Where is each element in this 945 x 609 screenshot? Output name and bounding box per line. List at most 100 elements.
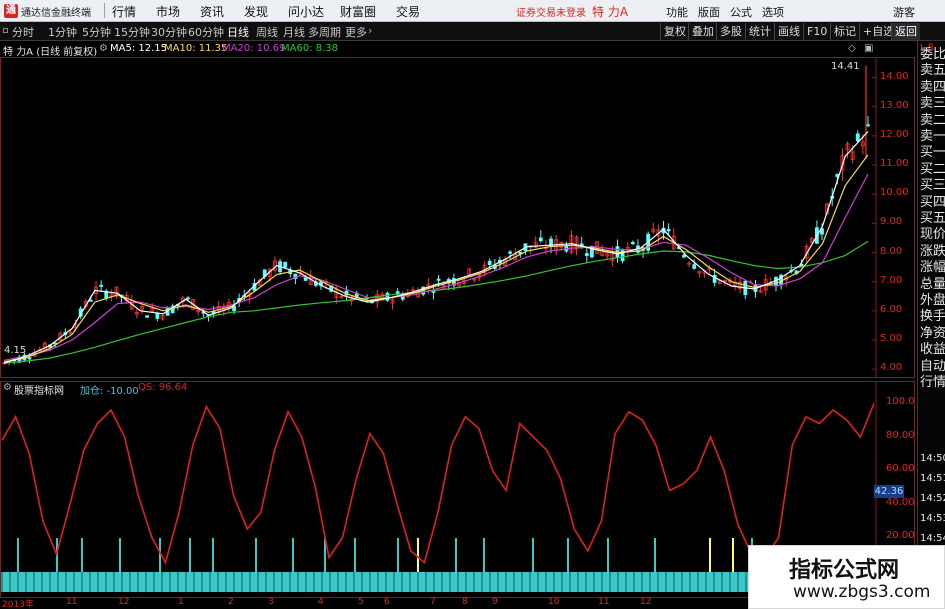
side-item[interactable]: 行情 [920,375,945,391]
osc-signal-bars [1,538,876,592]
side-item[interactable]: 卖二 [920,113,945,129]
price-tick-label: 10.00 [880,187,909,199]
menu-xuanxiang[interactable]: 选项 [762,4,784,20]
menu-faxian[interactable]: 发现 [244,3,268,20]
f10-button[interactable]: F10 [803,23,830,40]
side-item[interactable]: 涨幅 [920,260,945,276]
osc-tick-label: 60.00 [886,463,915,475]
settings-gear-icon[interactable]: ⚙ [99,43,108,54]
side-item[interactable]: 卖一 [920,129,945,145]
ma-lines [3,131,869,364]
side-item[interactable]: 买一 [920,145,945,161]
date-label: 5 [358,597,364,607]
candle-body [508,251,513,254]
candle-body [145,315,150,318]
menu-jiaoyi[interactable]: 交易 [396,3,420,20]
back-button[interactable]: 返回 [891,23,920,40]
side-item[interactable]: 涨跌 [920,244,945,260]
candle-body [630,242,635,245]
checkbox-icon[interactable] [3,28,8,33]
candle-body [584,253,589,256]
tab-30min[interactable]: 30分钟 [151,24,187,40]
side-item[interactable]: 现价 [920,227,945,243]
mark-button[interactable]: 标记 [830,23,859,40]
date-label: 4 [318,597,324,607]
side-item[interactable]: 收益 [920,342,945,358]
panel-toggle-icon[interactable]: ▣ [864,43,873,54]
start-price-label: 4.15 [4,345,27,356]
quote-side-panel: L R 委比 卖五 卖四 卖三 卖二 卖一 买一 买二 买三 买四 买五 现价 涨跌 涨幅 总量 外盘 换手 净资… [917,41,945,609]
more-chevron-icon[interactable]: › [368,24,372,37]
date-label: 10 [548,597,560,607]
date-label: 2013年 [2,600,34,609]
date-label: 3 [268,597,274,607]
osc-tick-label: 100.0 [886,396,915,408]
date-label: 11 [66,597,78,607]
side-item[interactable]: 卖五 [920,63,945,79]
title-bar: 通 通达信金融终端 行情 市场 资讯 发现 问小达 财富圈 交易 证券交易未登录… [0,0,945,22]
side-item[interactable]: 外盘 [920,293,945,309]
tab-monthly[interactable]: 月线 [283,24,305,40]
price-tick-label: 4.00 [880,362,903,374]
tab-weekly[interactable]: 周线 [256,24,278,40]
tab-multi-period[interactable]: 多周期 [308,24,341,40]
menu-caifuquan[interactable]: 财富圈 [340,3,376,20]
tab-daily[interactable]: 日线 [227,24,249,40]
candle-body [620,249,625,262]
candle-body [283,261,288,268]
statistics-button[interactable]: 统计 [745,23,774,40]
side-item[interactable]: 卖四 [920,80,945,96]
menu-gongneng[interactable]: 功能 [666,4,688,20]
side-item[interactable]: 自动 [920,359,945,375]
menu-wenxiaoda[interactable]: 问小达 [288,3,324,20]
tab-60min[interactable]: 60分钟 [188,24,224,40]
side-time: 14:51 [920,473,945,484]
tab-15min[interactable]: 15分钟 [114,24,150,40]
side-item[interactable]: 总量 [920,277,945,293]
candle-body [385,292,390,301]
side-item[interactable]: 卖三 [920,96,945,112]
candle-body [682,254,686,258]
diamond-icon[interactable]: ◇ [848,43,856,54]
ma20-value: MA20: 10.69 [222,43,286,54]
price-gridlines [0,57,915,378]
tab-5min[interactable]: 5分钟 [82,24,111,40]
restore-rights-button[interactable]: 复权 [660,23,689,40]
ma-line-ma20 [3,173,869,361]
candle-body [155,312,160,319]
menu-gongshi[interactable]: 公式 [730,4,752,20]
side-item[interactable]: 净资 [920,326,945,342]
side-item[interactable]: 买四 [920,195,945,211]
side-item[interactable]: 委比 [920,47,945,63]
tab-more[interactable]: 更多 [345,24,367,40]
osc-tick-label: 40.00 [886,496,915,508]
date-label: 1 [178,597,184,607]
current-stock-name: 特 力A [592,5,629,19]
overlay-button[interactable]: 叠加 [688,23,717,40]
side-item[interactable]: 买五 [920,211,945,227]
side-item[interactable]: 换手 [920,309,945,325]
date-label: 11 [598,597,610,607]
watermark-url: www.zbgs3.com [793,582,931,602]
login-status[interactable]: 证券交易未登录 [516,4,586,19]
tab-fenshi[interactable]: 分时 [12,24,34,40]
draw-line-button[interactable]: 画线 [774,23,803,40]
price-tick-label: 11.00 [880,158,909,169]
side-item[interactable]: 买二 [920,162,945,178]
menu-shichang[interactable]: 市场 [156,3,180,20]
price-tick-label: 7.00 [880,274,903,286]
date-label: 2 [228,597,234,607]
multi-stock-button[interactable]: 多股 [716,23,745,40]
ma-info-line: 特 力A (日线 前复权) ⚙ MA5: 12.15 MA10: 11.35 M… [0,41,915,58]
menu-banmian[interactable]: 版面 [698,4,720,20]
watermark-logo: 指标公式网 www.zbgs3.com [748,545,945,609]
side-time: 14:50 [920,453,945,464]
tab-1min[interactable]: 1分钟 [48,24,77,40]
candle-body [303,277,308,281]
menu-zixun[interactable]: 资讯 [200,3,224,20]
period-toolbar: 分时 1分钟 5分钟 15分钟 30分钟 60分钟 日线 周线 月线 多周期 更… [0,22,945,41]
side-item[interactable]: 买三 [920,178,945,194]
candlestick-chart[interactable] [0,57,915,378]
menu-hangqing[interactable]: 行情 [112,3,136,20]
guest-label[interactable]: 游客 [893,4,915,20]
